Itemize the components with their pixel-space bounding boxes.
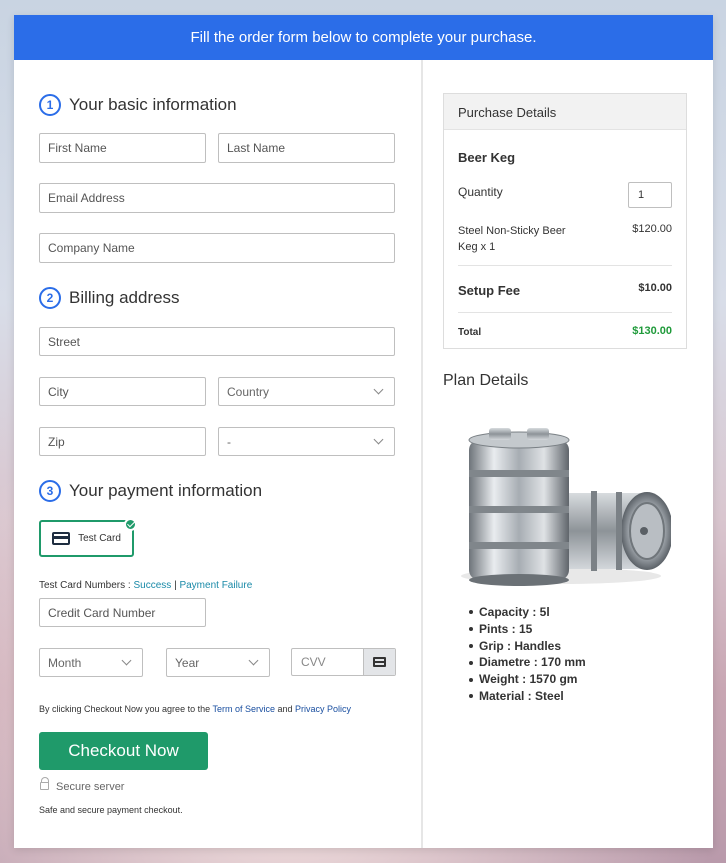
country-select[interactable]: Country [218, 377, 395, 406]
column-divider [421, 60, 423, 848]
purchase-details-header: Purchase Details [444, 94, 686, 130]
test-card-option[interactable]: Test Card [39, 520, 134, 557]
street-input[interactable]: Street [39, 327, 395, 356]
beer-keg-image [461, 428, 671, 586]
lock-icon [40, 777, 49, 790]
success-link[interactable]: Success [133, 580, 171, 591]
state-select[interactable]: - [218, 427, 395, 456]
chevron-down-icon [373, 384, 384, 395]
total-label: Total [458, 327, 482, 338]
step-number: 3 [39, 480, 61, 502]
section-title: Your payment information [69, 481, 263, 500]
cvv-card-icon [363, 649, 395, 675]
setup-fee-label: Setup Fee [458, 283, 521, 298]
link-separator: | [174, 580, 177, 591]
section-title: Your basic information [69, 95, 237, 114]
month-value: Month [48, 655, 82, 670]
state-value: - [227, 434, 231, 449]
check-icon [124, 518, 137, 531]
product-name: Beer Keg [458, 150, 516, 165]
step-number: 1 [39, 94, 61, 116]
spec-item: Material : Steel [469, 688, 586, 705]
item-line-2: Keg x 1 [458, 241, 496, 253]
total-price: $130.00 [632, 325, 672, 337]
terms-and: and [277, 704, 293, 714]
first-name-input[interactable]: First Name [39, 133, 206, 163]
credit-card-number-input[interactable]: Credit Card Number [39, 598, 206, 627]
chevron-down-icon [373, 434, 384, 445]
test-numbers-prefix: Test Card Numbers : [39, 580, 131, 591]
spec-item: Diametre : 170 mm [469, 654, 586, 671]
divider [458, 312, 672, 313]
last-name-input[interactable]: Last Name [218, 133, 395, 163]
quantity-label: Quantity [458, 185, 503, 199]
country-value: Country [227, 384, 270, 399]
section-title: Billing address [69, 288, 180, 307]
test-card-numbers: Test Card Numbers : Success | Payment Fa… [39, 580, 252, 591]
spec-item: Pints : 15 [469, 621, 586, 638]
page-banner: Fill the order form below to complete yo… [14, 15, 713, 60]
chevron-down-icon [248, 655, 259, 666]
terms-of-service-link[interactable]: Term of Service [212, 704, 275, 714]
secure-note: Safe and secure payment checkout. [39, 805, 183, 815]
chevron-down-icon [121, 655, 132, 666]
privacy-policy-link[interactable]: Privacy Policy [295, 704, 351, 714]
step-number: 2 [39, 287, 61, 309]
year-select[interactable]: Year [166, 648, 270, 677]
spec-item: Weight : 1570 gm [469, 671, 586, 688]
secure-server-label: Secure server [56, 781, 125, 793]
year-value: Year [175, 655, 200, 670]
month-select[interactable]: Month [39, 648, 143, 677]
section-basic-info: 1 Your basic information [39, 93, 237, 117]
zip-input[interactable]: Zip [39, 427, 206, 456]
terms-prefix: By clicking Checkout Now you agree to th… [39, 704, 211, 714]
item-description: Steel Non-Sticky Beer Keg x 1 [458, 223, 566, 255]
plan-details-title: Plan Details [443, 372, 529, 389]
city-input[interactable]: City [39, 377, 206, 406]
item-line-1: Steel Non-Sticky Beer [458, 225, 566, 237]
item-price: $120.00 [632, 223, 672, 235]
order-form-card: Fill the order form below to complete yo… [14, 15, 713, 848]
terms-text: By clicking Checkout Now you agree to th… [39, 704, 351, 714]
divider [458, 265, 672, 266]
credit-card-icon [52, 532, 71, 545]
test-card-label: Test Card [78, 533, 121, 544]
company-input[interactable]: Company Name [39, 233, 395, 263]
section-billing: 2 Billing address [39, 286, 180, 310]
email-input[interactable]: Email Address [39, 183, 395, 213]
checkout-now-button[interactable]: Checkout Now [39, 732, 208, 770]
section-payment: 3 Your payment information [39, 479, 262, 503]
payment-failure-link[interactable]: Payment Failure [179, 580, 252, 591]
plan-specs-list: Capacity : 5l Pints : 15 Grip : Handles … [469, 604, 586, 705]
cvv-field[interactable]: CVV [291, 648, 396, 676]
setup-fee-price: $10.00 [638, 282, 672, 294]
spec-item: Grip : Handles [469, 638, 586, 655]
spec-item: Capacity : 5l [469, 604, 586, 621]
purchase-details-box: Purchase Details Beer Keg Quantity 1 Ste… [443, 93, 687, 349]
cvv-input[interactable]: CVV [292, 649, 363, 675]
quantity-input[interactable]: 1 [628, 182, 672, 208]
